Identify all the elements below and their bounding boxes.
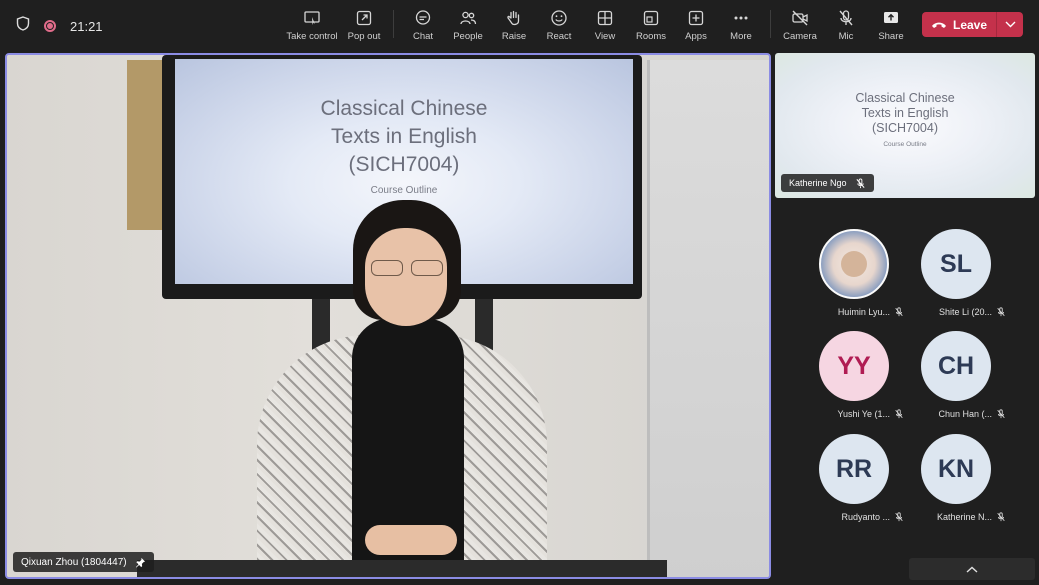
presenter-name-tag: Katherine Ngo — [781, 174, 874, 192]
take-control-icon — [304, 11, 320, 25]
avatar-photo — [841, 251, 867, 277]
leave-button[interactable]: Leave — [922, 18, 996, 32]
glasses — [371, 260, 443, 276]
participant-name-tag: Qixuan Zhou (1804447) — [13, 552, 154, 572]
show-more-participants-button[interactable] — [909, 558, 1035, 580]
pop-out-icon — [356, 10, 372, 26]
rooms-button[interactable]: Rooms — [634, 6, 668, 44]
toolbar-divider — [770, 10, 771, 38]
avatar: YY — [819, 331, 889, 401]
presenter — [257, 200, 547, 577]
mic-off-icon — [997, 409, 1005, 419]
hands — [365, 525, 457, 555]
shield-icon[interactable] — [16, 16, 30, 36]
chevron-up-icon — [966, 566, 978, 573]
participant-name: Rudyanto ... — [841, 512, 890, 522]
participant-name: Shite Li (20... — [938, 307, 992, 317]
avatar: CH — [921, 331, 991, 401]
wall-panel — [127, 60, 167, 230]
leave-button-group: Leave — [922, 12, 1023, 37]
pop-out-button[interactable]: Pop out — [345, 6, 383, 44]
participant-tile[interactable]: KN Katherine N... — [906, 434, 1006, 534]
leave-options-button[interactable] — [997, 21, 1023, 28]
pin-icon[interactable] — [135, 557, 146, 568]
mic-off-icon — [997, 512, 1005, 522]
participant-tile[interactable]: CH Chun Han (... — [906, 331, 1006, 431]
raise-hand-button[interactable]: Raise — [498, 6, 530, 44]
mic-off-icon — [895, 512, 903, 522]
avatar — [819, 229, 889, 299]
participant-name: Yushi Ye (1... — [837, 409, 890, 419]
participant-tile[interactable]: SL Shite Li (20... — [906, 229, 1006, 329]
participant-name: Katherine N... — [936, 512, 992, 522]
mic-off-icon — [839, 10, 853, 26]
view-button[interactable]: View — [590, 6, 620, 44]
share-screen-icon — [884, 12, 898, 23]
mic-off-icon — [895, 307, 903, 317]
video-feed: Classical Chinese Texts in English (SICH… — [7, 55, 769, 577]
people-icon — [460, 11, 477, 25]
participant-name: Chun Han (... — [938, 409, 992, 419]
desk — [137, 560, 667, 577]
add-app-icon — [688, 10, 704, 26]
more-button[interactable]: More — [726, 6, 756, 44]
rooms-icon — [643, 10, 659, 26]
meeting-toolbar: 21:21 Take control Pop out Chat People R… — [0, 0, 1039, 50]
slide-title: Classical Chinese Texts in English (SICH… — [320, 97, 488, 176]
whiteboard — [647, 60, 769, 577]
shared-slide-subtitle: Course Outline — [883, 141, 927, 148]
hand-icon — [507, 10, 520, 26]
chevron-down-icon — [1005, 21, 1015, 28]
participant-name: Huimin Lyu... — [837, 307, 890, 317]
toolbar-divider — [393, 10, 394, 38]
mic-button[interactable]: Mic — [832, 6, 860, 44]
react-button[interactable]: React — [544, 6, 574, 44]
avatar: RR — [819, 434, 889, 504]
avatar: KN — [921, 434, 991, 504]
camera-off-icon — [792, 10, 808, 26]
participant-tile[interactable]: Huimin Lyu... — [804, 229, 904, 329]
camera-button[interactable]: Camera — [783, 6, 817, 44]
meeting-status: 21:21 — [16, 16, 103, 36]
shared-screen-tile[interactable]: Classical Chinese Texts in English (SICH… — [775, 53, 1035, 198]
meeting-timer: 21:21 — [70, 18, 103, 34]
grid-view-icon — [597, 10, 613, 26]
shared-slide-title: Classical Chinese Texts in English (SICH… — [855, 91, 955, 135]
take-control-button[interactable]: Take control — [286, 6, 338, 44]
main-video-stage[interactable]: Classical Chinese Texts in English (SICH… — [5, 53, 771, 579]
face — [365, 228, 447, 326]
smiley-icon — [551, 10, 567, 26]
share-button[interactable]: Share — [876, 6, 906, 44]
participant-tile[interactable]: YY Yushi Ye (1... — [804, 331, 904, 431]
participant-tile[interactable]: RR Rudyanto ... — [804, 434, 904, 534]
slide-subtitle: Course Outline — [370, 185, 438, 196]
recording-icon — [44, 20, 56, 32]
ellipsis-icon — [734, 16, 748, 20]
people-button[interactable]: People — [451, 6, 485, 44]
mic-off-icon — [997, 307, 1005, 317]
chat-button[interactable]: Chat — [408, 6, 438, 44]
chat-icon — [415, 10, 431, 25]
mic-off-icon — [895, 409, 903, 419]
mic-off-icon — [856, 177, 865, 188]
phone-hangup-icon — [931, 22, 946, 28]
apps-button[interactable]: Apps — [681, 6, 711, 44]
avatar: SL — [921, 229, 991, 299]
